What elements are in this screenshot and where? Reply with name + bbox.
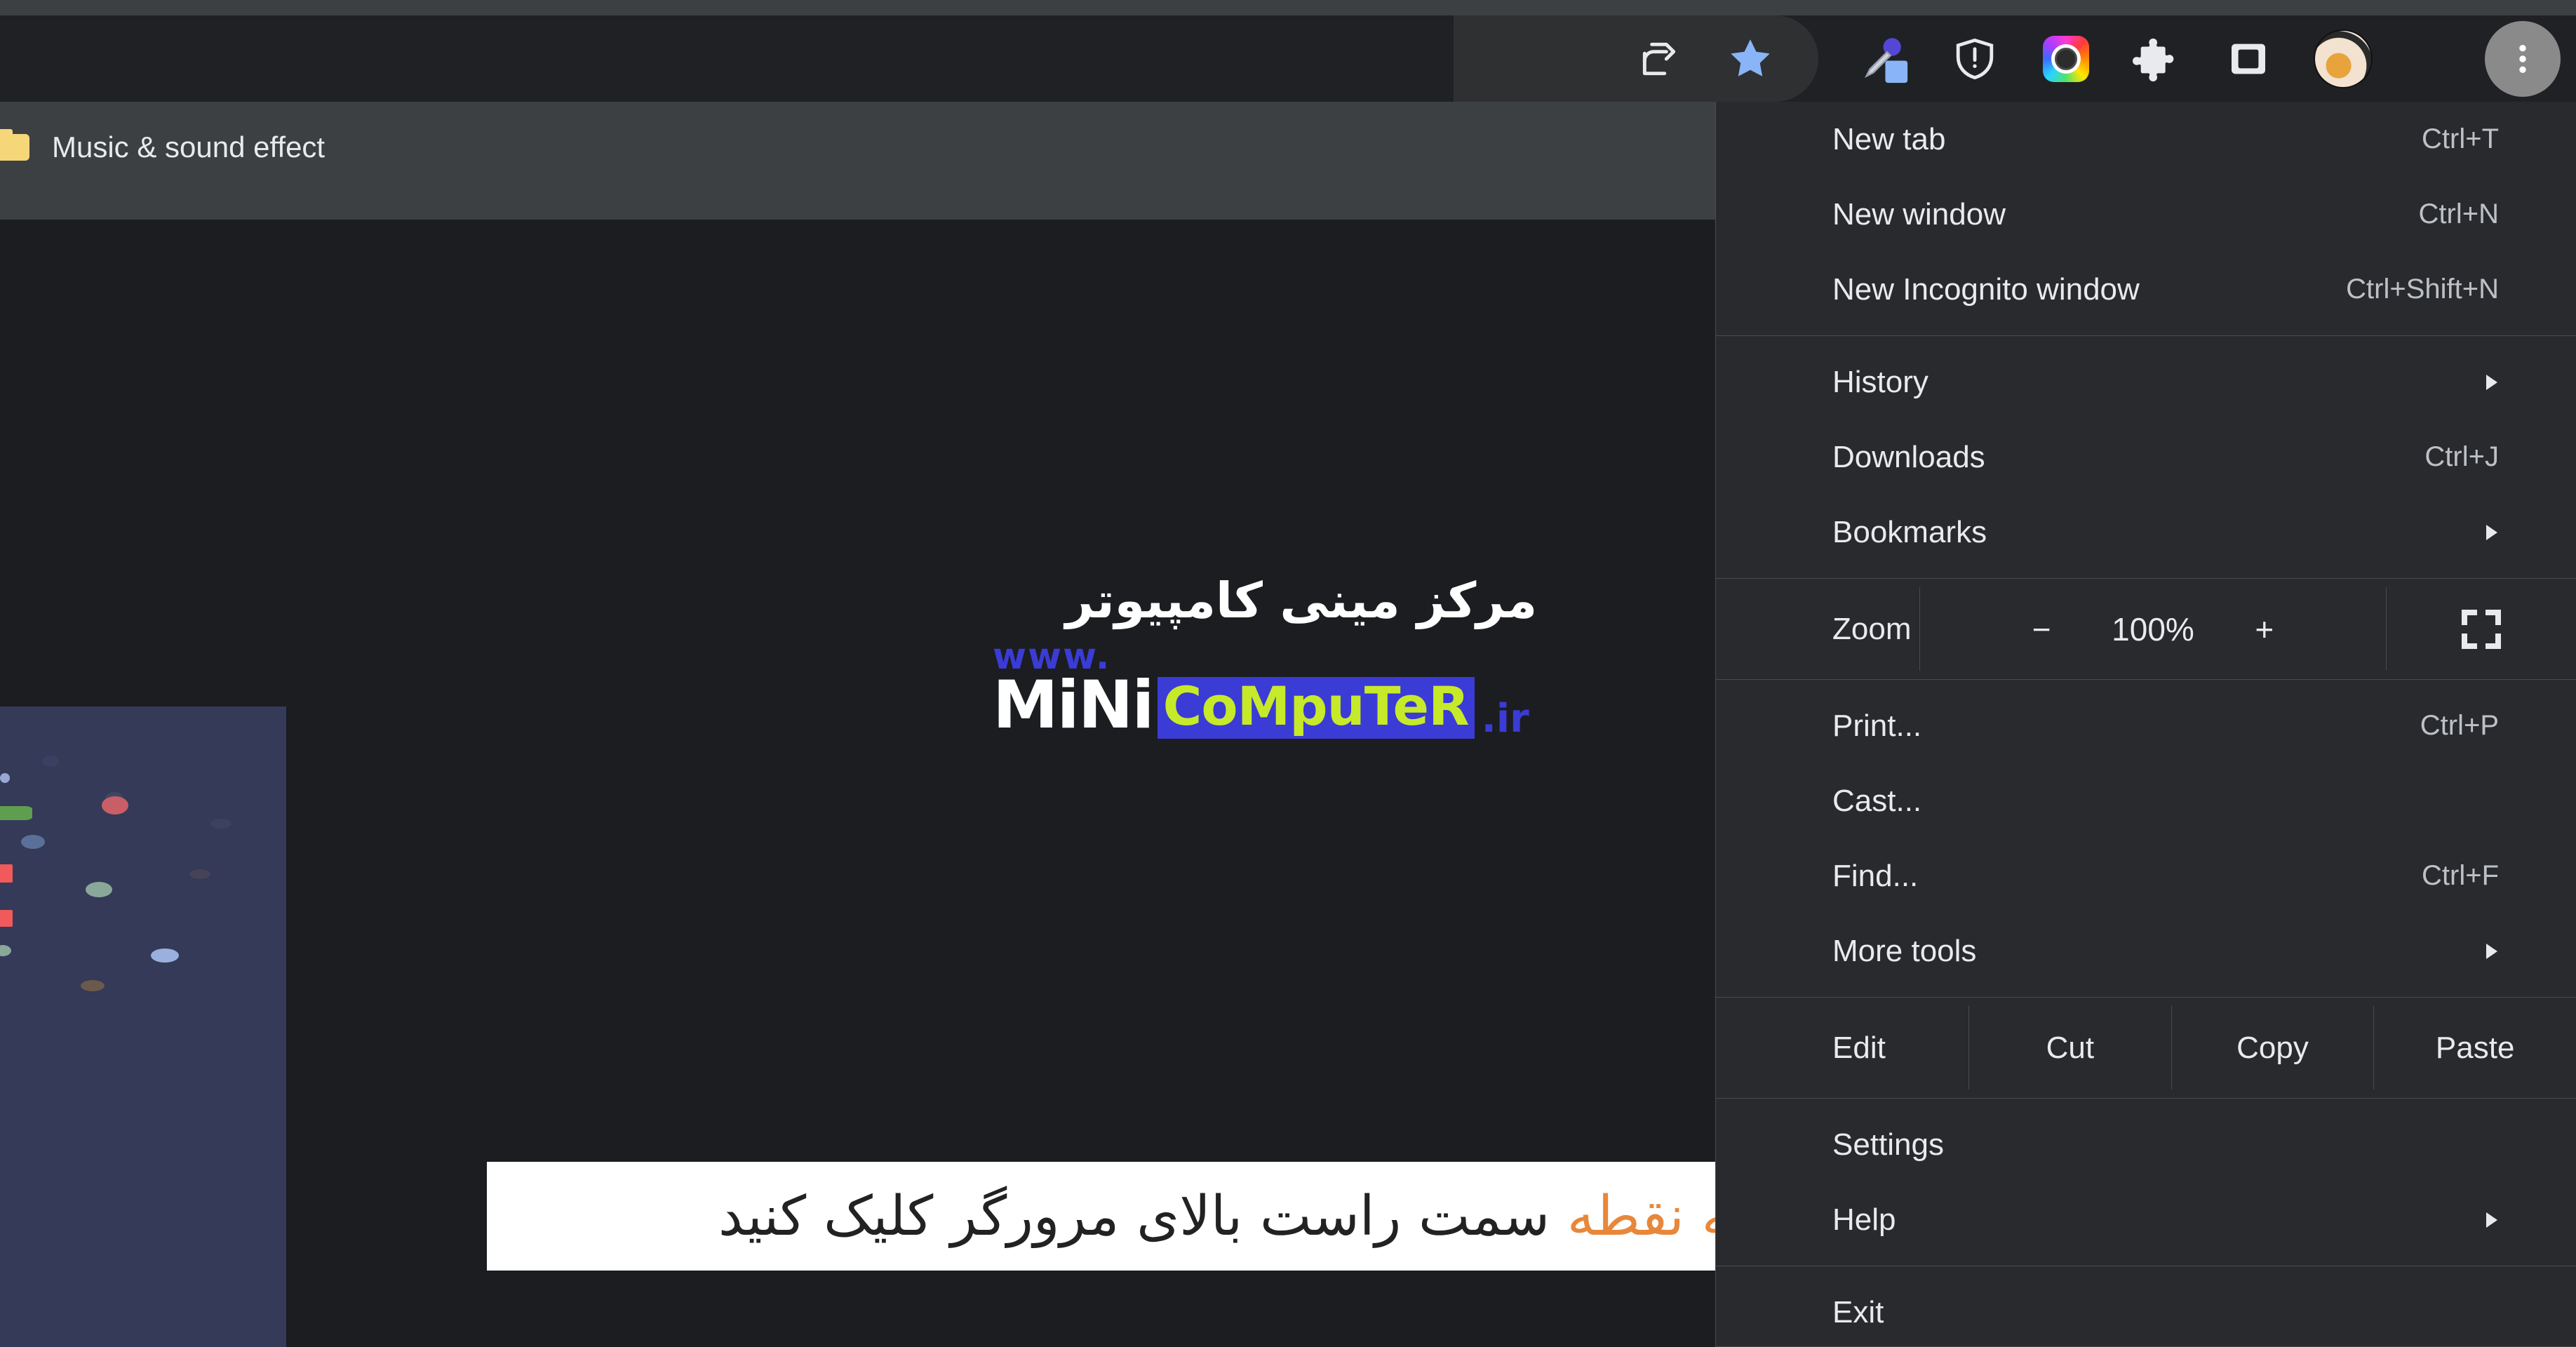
banner-suffix: سمت راست بالای مرورگر کلیک کنید bbox=[718, 1184, 1567, 1248]
menu-item-accel: Ctrl+N bbox=[2418, 199, 2499, 229]
fullscreen-icon bbox=[2462, 609, 2501, 649]
menu-item-new-window[interactable]: New window Ctrl+N bbox=[1716, 177, 2576, 252]
fullscreen-button[interactable] bbox=[2387, 587, 2576, 671]
zoom-controls: − 100% + bbox=[1919, 587, 2387, 671]
browser-window: Music & sound effect مرکز مینی کامپیوتر … bbox=[0, 0, 2576, 1347]
chevron-right-icon bbox=[2486, 1212, 2497, 1228]
menu-item-label: New window bbox=[1832, 196, 2006, 232]
camera-lens-icon[interactable] bbox=[2020, 15, 2112, 102]
confetti-dot bbox=[86, 882, 112, 897]
paste-button[interactable]: Paste bbox=[2373, 1006, 2576, 1090]
zoom-level-value: 100% bbox=[2112, 610, 2194, 648]
menu-item-accel: Ctrl+P bbox=[2420, 710, 2499, 741]
bookmark-item-label: Music & sound effect bbox=[52, 130, 326, 163]
menu-item-label: History bbox=[1832, 364, 1928, 399]
chrome-main-menu: New tab Ctrl+T New window Ctrl+N New Inc… bbox=[1715, 102, 2576, 1347]
menu-item-label: Bookmarks bbox=[1832, 514, 1987, 549]
menu-edit-row: Edit Cut Copy Paste bbox=[1716, 1006, 2576, 1090]
menu-item-new-incognito-window[interactable]: New Incognito window Ctrl+Shift+N bbox=[1716, 252, 2576, 327]
menu-item-accel: Ctrl+J bbox=[2424, 441, 2499, 472]
edit-label: Edit bbox=[1832, 1030, 1886, 1065]
confetti-dot bbox=[21, 835, 45, 849]
menu-item-settings[interactable]: Settings bbox=[1716, 1107, 2576, 1182]
menu-item-label: New Incognito window bbox=[1832, 272, 2140, 307]
menu-item-cast[interactable]: Cast... bbox=[1716, 763, 2576, 838]
menu-item-label: Settings bbox=[1832, 1127, 1944, 1162]
menu-item-find[interactable]: Find... Ctrl+F bbox=[1716, 838, 2576, 913]
instruction-banner-text: روی سه نقطه سمت راست بالای مرورگر کلیک ک… bbox=[718, 1185, 1890, 1248]
menu-item-accel: Ctrl+T bbox=[2422, 123, 2499, 154]
decorative-confetti-panel bbox=[0, 706, 286, 1347]
bookmark-star-icon[interactable] bbox=[1705, 15, 1796, 102]
menu-separator bbox=[1716, 578, 2576, 579]
zoom-out-button[interactable]: − bbox=[2020, 610, 2062, 648]
folder-icon bbox=[0, 129, 29, 161]
menu-separator bbox=[1716, 679, 2576, 680]
menu-item-label: Print... bbox=[1832, 708, 1922, 743]
watermark-tld: .ir bbox=[1481, 696, 1529, 742]
menu-item-accel: Ctrl+Shift+N bbox=[2346, 274, 2499, 304]
three-dot-menu-icon[interactable] bbox=[2485, 15, 2561, 102]
site-watermark: مرکز مینی کامپیوتر www. MiNi CoMpuTeR .i… bbox=[979, 575, 1624, 739]
menu-item-label: Downloads bbox=[1832, 439, 1985, 474]
bookmark-item-music-sound-effect[interactable]: Music & sound effect bbox=[0, 114, 340, 181]
extensions-puzzle-icon[interactable] bbox=[2112, 15, 2203, 102]
confetti-dot bbox=[0, 806, 32, 820]
menu-item-accel: Ctrl+F bbox=[2422, 860, 2499, 891]
menu-item-label: Exit bbox=[1832, 1294, 1884, 1329]
confetti-dot bbox=[189, 869, 210, 879]
copy-button[interactable]: Copy bbox=[2171, 1006, 2374, 1090]
watermark-mini: MiNi bbox=[993, 667, 1155, 744]
profile-avatar-icon[interactable] bbox=[2297, 15, 2389, 102]
confetti-dot bbox=[102, 796, 128, 815]
menu-separator bbox=[1716, 997, 2576, 998]
confetti-dot bbox=[0, 910, 13, 927]
watermark-computer: CoMpuTeR bbox=[1157, 677, 1475, 739]
avatar[interactable] bbox=[2314, 29, 2373, 88]
side-panel-icon[interactable] bbox=[2203, 15, 2294, 102]
menu-item-new-tab[interactable]: New tab Ctrl+T bbox=[1716, 102, 2576, 177]
menu-item-exit[interactable]: Exit bbox=[1716, 1275, 2576, 1347]
menu-item-help[interactable]: Help bbox=[1716, 1182, 2576, 1257]
confetti-dot bbox=[0, 945, 11, 956]
menu-zoom-row: Zoom − 100% + bbox=[1716, 587, 2576, 671]
zoom-in-button[interactable]: + bbox=[2243, 610, 2286, 648]
menu-item-label: More tools bbox=[1832, 933, 1977, 968]
confetti-dot bbox=[151, 949, 179, 963]
cut-button[interactable]: Cut bbox=[1968, 1006, 2171, 1090]
menu-item-downloads[interactable]: Downloads Ctrl+J bbox=[1716, 420, 2576, 495]
confetti-dot bbox=[42, 756, 59, 767]
menu-item-label: Cast... bbox=[1832, 783, 1922, 818]
chevron-right-icon bbox=[2486, 374, 2497, 390]
watermark-persian-title: مرکز مینی کامپیوتر bbox=[1065, 572, 1538, 629]
confetti-dot bbox=[210, 819, 232, 829]
menu-item-more-tools[interactable]: More tools bbox=[1716, 913, 2576, 989]
confetti-dot bbox=[81, 980, 105, 991]
share-icon[interactable] bbox=[1614, 15, 1705, 102]
menu-item-history[interactable]: History bbox=[1716, 344, 2576, 420]
menu-separator bbox=[1716, 335, 2576, 336]
menu-item-bookmarks[interactable]: Bookmarks bbox=[1716, 495, 2576, 570]
menu-item-label: New tab bbox=[1832, 121, 1946, 156]
zoom-label: Zoom bbox=[1832, 611, 1912, 646]
menu-item-label: Find... bbox=[1832, 858, 1919, 893]
eyedropper-icon[interactable] bbox=[1838, 15, 1929, 102]
shield-icon[interactable] bbox=[1929, 15, 2020, 102]
watermark-url: www. MiNi CoMpuTeR .ir bbox=[979, 638, 1624, 744]
menu-separator bbox=[1716, 1098, 2576, 1099]
tab-strip bbox=[0, 0, 2576, 15]
chevron-right-icon bbox=[2486, 524, 2497, 540]
confetti-dot bbox=[0, 773, 10, 783]
chevron-right-icon bbox=[2486, 943, 2497, 959]
menu-item-label: Help bbox=[1832, 1202, 1896, 1237]
menu-item-print[interactable]: Print... Ctrl+P bbox=[1716, 688, 2576, 763]
confetti-dot bbox=[0, 864, 13, 883]
